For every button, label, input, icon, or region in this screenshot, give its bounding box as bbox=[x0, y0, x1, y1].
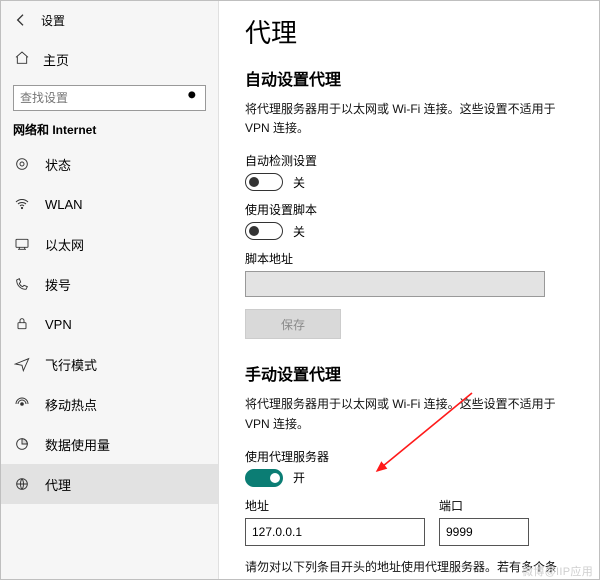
addr-label: 地址 bbox=[245, 497, 425, 514]
settings-sidebar: 设置 主页 网络和 Internet 状态 WLAN 以太网 bbox=[1, 1, 219, 579]
sidebar-item-proxy[interactable]: 代理 bbox=[1, 464, 218, 504]
sidebar-item-status[interactable]: 状态 bbox=[1, 144, 218, 184]
data-icon bbox=[13, 436, 31, 452]
use-script-toggle[interactable] bbox=[245, 222, 283, 240]
home-icon bbox=[13, 50, 31, 69]
sidebar-item-label: 以太网 bbox=[45, 235, 84, 254]
script-addr-label: 脚本地址 bbox=[245, 250, 573, 267]
sidebar-home[interactable]: 主页 bbox=[1, 41, 218, 77]
use-script-state: 关 bbox=[293, 223, 305, 240]
sidebar-item-ethernet[interactable]: 以太网 bbox=[1, 224, 218, 264]
sidebar-header: 设置 bbox=[1, 5, 218, 35]
status-icon bbox=[13, 156, 31, 172]
search-wrap bbox=[13, 85, 206, 111]
sidebar-item-label: 数据使用量 bbox=[45, 435, 110, 454]
sidebar-item-label: 代理 bbox=[45, 475, 71, 494]
sidebar-item-label: 移动热点 bbox=[45, 395, 97, 414]
vpn-icon bbox=[13, 316, 31, 332]
sidebar-item-datausage[interactable]: 数据使用量 bbox=[1, 424, 218, 464]
auto-detect-label: 自动检测设置 bbox=[245, 152, 573, 169]
use-proxy-label: 使用代理服务器 bbox=[245, 448, 573, 465]
save-button[interactable]: 保存 bbox=[245, 309, 341, 339]
sidebar-item-label: 拨号 bbox=[45, 275, 71, 294]
sidebar-item-dialup[interactable]: 拨号 bbox=[1, 264, 218, 304]
airplane-icon bbox=[13, 356, 31, 372]
manual-desc: 将代理服务器用于以太网或 Wi-Fi 连接。这些设置不适用于 VPN 连接。 bbox=[245, 395, 573, 433]
auto-detect-toggle[interactable] bbox=[245, 173, 283, 191]
ethernet-icon bbox=[13, 236, 31, 252]
manual-section-title: 手动设置代理 bbox=[245, 361, 573, 385]
sidebar-item-label: 状态 bbox=[45, 155, 71, 174]
sidebar-item-label: 飞行模式 bbox=[45, 355, 97, 374]
back-button[interactable] bbox=[11, 10, 31, 30]
port-label: 端口 bbox=[439, 497, 529, 514]
search-input[interactable] bbox=[13, 85, 206, 111]
proxy-icon bbox=[13, 476, 31, 492]
sidebar-item-label: VPN bbox=[45, 317, 72, 332]
sidebar-item-airplane[interactable]: 飞行模式 bbox=[1, 344, 218, 384]
sidebar-group-label: 网络和 Internet bbox=[13, 121, 206, 138]
use-proxy-state: 开 bbox=[293, 469, 305, 486]
port-input[interactable] bbox=[439, 518, 529, 546]
addr-input[interactable] bbox=[245, 518, 425, 546]
page-title: 代理 bbox=[245, 13, 573, 50]
app-title: 设置 bbox=[41, 12, 65, 29]
dialup-icon bbox=[13, 276, 31, 292]
use-proxy-toggle[interactable] bbox=[245, 469, 283, 487]
auto-section-title: 自动设置代理 bbox=[245, 66, 573, 90]
auto-detect-state: 关 bbox=[293, 174, 305, 191]
hotspot-icon bbox=[13, 396, 31, 412]
sidebar-item-vpn[interactable]: VPN bbox=[1, 304, 218, 344]
use-script-label: 使用设置脚本 bbox=[245, 201, 573, 218]
sidebar-home-label: 主页 bbox=[43, 50, 69, 69]
main-content: 代理 自动设置代理 将代理服务器用于以太网或 Wi-Fi 连接。这些设置不适用于… bbox=[219, 1, 599, 579]
sidebar-item-wlan[interactable]: WLAN bbox=[1, 184, 218, 224]
bypass-desc: 请勿对以下列条目开头的地址使用代理服务器。若有多个条目，请使用英文分号 (;) … bbox=[245, 558, 573, 579]
wifi-icon bbox=[13, 196, 31, 212]
sidebar-item-label: WLAN bbox=[45, 197, 83, 212]
script-addr-input bbox=[245, 271, 545, 297]
sidebar-item-hotspot[interactable]: 移动热点 bbox=[1, 384, 218, 424]
auto-desc: 将代理服务器用于以太网或 Wi-Fi 连接。这些设置不适用于 VPN 连接。 bbox=[245, 100, 573, 138]
